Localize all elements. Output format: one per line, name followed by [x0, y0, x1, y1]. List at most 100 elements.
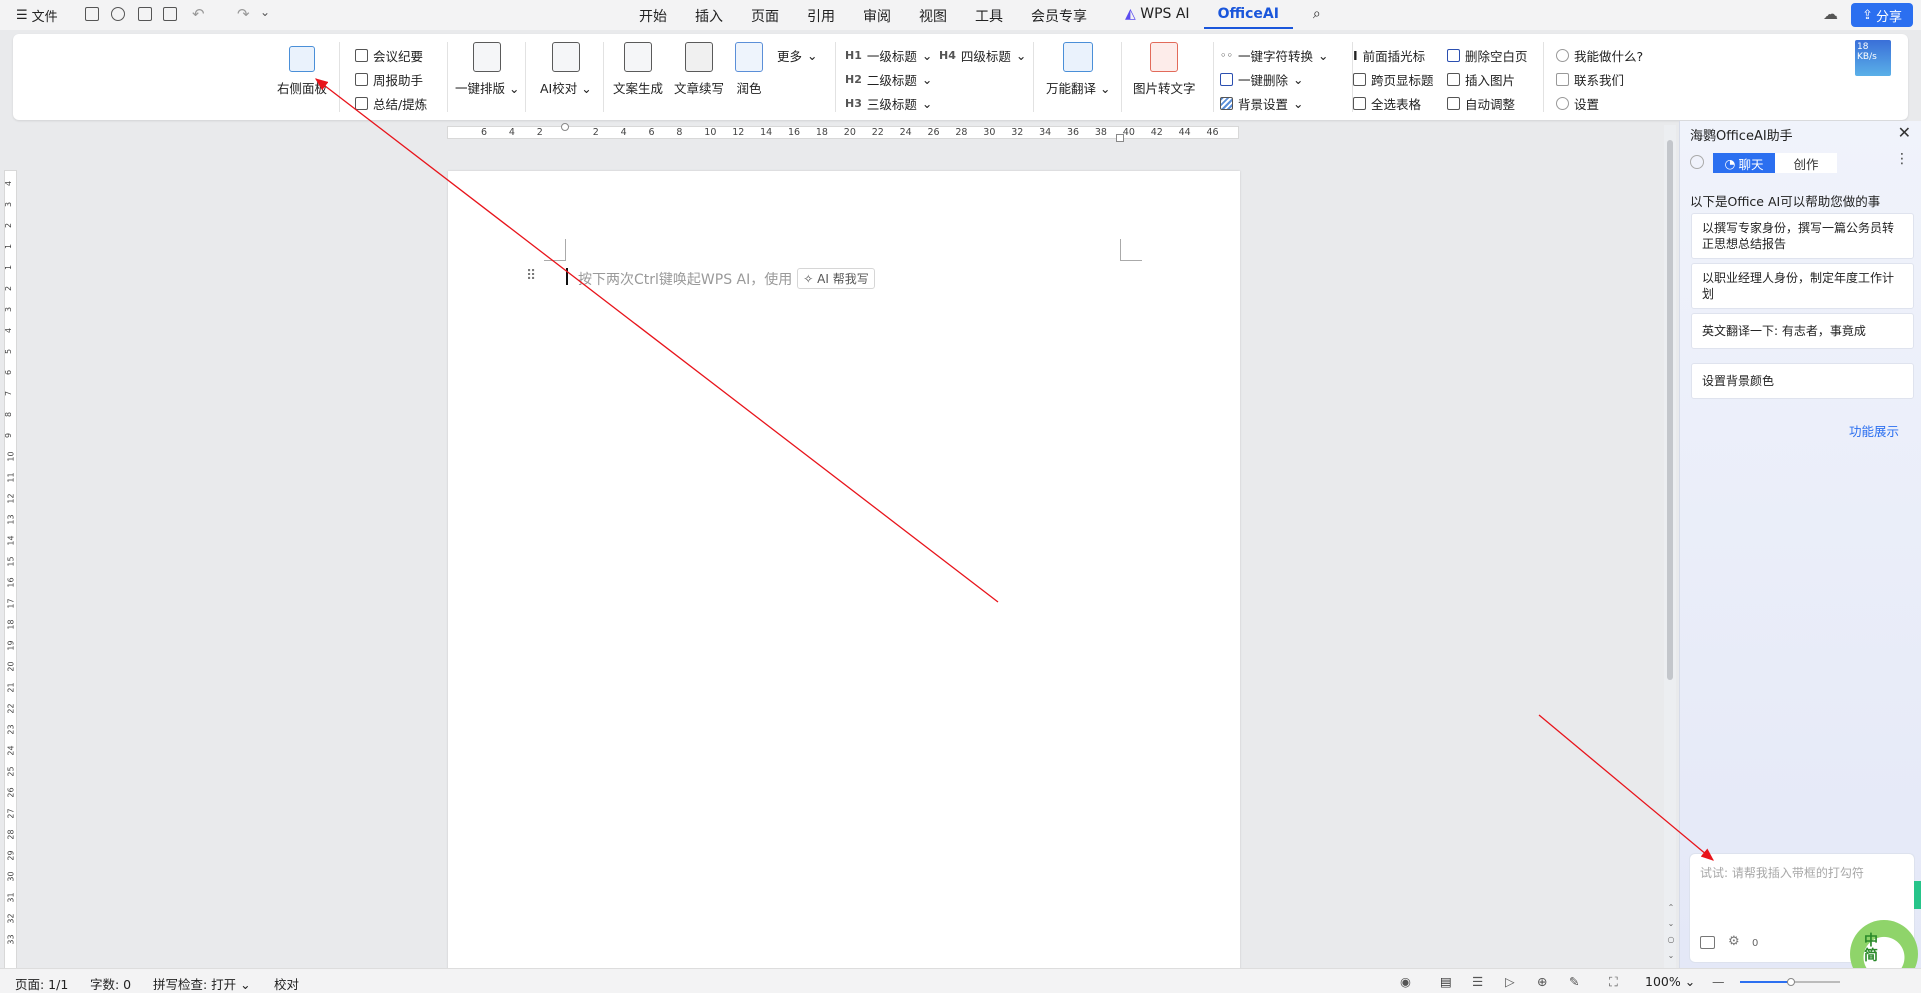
tab-create[interactable]: 创作 — [1775, 153, 1837, 173]
quick-access-dropdown-icon[interactable]: ⌄ — [260, 5, 270, 19]
document-page[interactable] — [448, 171, 1240, 993]
zoom-slider-thumb[interactable] — [1787, 978, 1795, 986]
history-icon[interactable] — [1690, 155, 1704, 169]
close-icon[interactable]: ✕ — [1898, 123, 1911, 142]
feature-demo-link[interactable]: 功能展示 — [1849, 421, 1899, 440]
vruler-tick-label: 3 — [4, 306, 14, 313]
notes-icon — [355, 49, 368, 62]
ai-write-chip[interactable]: ✧ AI 帮我写 — [797, 268, 875, 289]
weekly-report-button[interactable]: 周报助手 — [355, 70, 423, 89]
share-button[interactable]: ⇪ 分享 — [1851, 3, 1913, 27]
zoom-level[interactable]: 100% ⌄ — [1645, 974, 1695, 989]
tab-view[interactable]: 视图 — [905, 6, 961, 29]
background-settings-button[interactable]: 背景设置 ⌄ — [1220, 94, 1304, 113]
fit-page-icon[interactable]: ⛶ — [1609, 974, 1618, 990]
tab-insert[interactable]: 插入 — [681, 6, 737, 29]
right-panel-button[interactable]: 右侧面板 — [277, 46, 327, 97]
vruler-tick-label: 2 — [4, 222, 14, 229]
ai-proofread-button[interactable]: AI校对 ⌄ — [540, 42, 592, 97]
vruler-tick-label: 25 — [6, 766, 16, 777]
web-view-icon[interactable]: ⊕ — [1537, 974, 1547, 989]
redo-icon[interactable]: ↷ — [237, 5, 250, 23]
suggestion-item[interactable]: 以撰写专家身份，撰写一篇公务员转正思想总结报告 — [1691, 213, 1914, 259]
translate-button[interactable]: 万能翻译 ⌄ — [1046, 42, 1110, 97]
pen-icon[interactable]: ✎ — [1569, 974, 1579, 989]
gear-icon[interactable]: ⚙ — [1728, 934, 1740, 949]
print-icon[interactable] — [138, 7, 152, 21]
play-icon[interactable]: ▷ — [1505, 974, 1515, 989]
outline-view-icon[interactable]: ☰ — [1472, 974, 1483, 989]
vertical-ruler[interactable]: 4 3 2 1 1 2 3 4 5 6 7 8 9 10 11 12 13 14 15 16 17 18 19 20 21 22 2… — [4, 170, 17, 970]
one-click-layout-button[interactable]: 一键排版 ⌄ — [455, 42, 519, 97]
tab-review[interactable]: 审阅 — [849, 6, 905, 29]
delete-doc-icon — [1220, 73, 1233, 86]
screenshot-icon[interactable] — [1700, 936, 1715, 949]
continue-writing-button[interactable]: 文章续写 — [674, 42, 724, 97]
file-menu[interactable]: ☰ 文件 — [16, 6, 58, 25]
heading4-button[interactable]: H4 四级标题 ⌄ — [939, 46, 1026, 65]
heading2-button[interactable]: H2 二级标题 ⌄ — [845, 70, 932, 89]
one-click-delete-button[interactable]: 一键删除 ⌄ — [1220, 70, 1304, 89]
settings-button[interactable]: 设置 — [1556, 94, 1599, 113]
export-pdf-icon[interactable] — [111, 7, 125, 21]
zoom-out-icon[interactable]: — — [1712, 974, 1725, 989]
char-convert-button[interactable]: ◦◦ 一键字符转换 ⌄ — [1220, 46, 1328, 65]
image-to-text-button[interactable]: 图片转文字 — [1133, 42, 1196, 97]
tab-officeai[interactable]: OfficeAI — [1203, 6, 1293, 29]
print-preview-icon[interactable] — [163, 7, 177, 21]
auto-adjust-button[interactable]: 自动调整 — [1447, 94, 1515, 113]
ruler-tick-label: 26 — [927, 127, 940, 138]
spell-check-toggle[interactable]: 拼写检查: 打开 ⌄ — [153, 974, 251, 993]
tab-home[interactable]: 开始 — [625, 6, 681, 29]
tab-wps-ai[interactable]: ◭ WPS AI — [1111, 6, 1204, 29]
indent-marker[interactable] — [561, 123, 569, 131]
tab-chat[interactable]: ◔ 聊天 — [1713, 153, 1775, 173]
right-indent-marker[interactable] — [1116, 134, 1124, 142]
ruler-tick-label: 4 — [508, 127, 515, 138]
copy-generate-button[interactable]: 文案生成 — [613, 42, 663, 97]
page-view-icon[interactable]: ▤ — [1440, 974, 1452, 989]
chat-input[interactable]: 试试: 请帮我插入带框的打勾符 — [1700, 864, 1864, 881]
cloud-upload-icon[interactable]: ☁ — [1823, 5, 1838, 23]
meeting-minutes-button[interactable]: 会议纪要 — [355, 46, 423, 65]
insert-image-button[interactable]: 插入图片 — [1447, 70, 1515, 89]
tab-member[interactable]: 会员专享 — [1017, 6, 1101, 29]
search-icon[interactable]: ⌕ — [1299, 6, 1335, 29]
background-icon — [1220, 97, 1233, 110]
heading3-button[interactable]: H3 三级标题 ⌄ — [845, 94, 932, 113]
more-options-icon[interactable]: ⋮ — [1895, 151, 1909, 167]
tab-page[interactable]: 页面 — [737, 6, 793, 29]
vertical-scrollbar-thumb[interactable] — [1667, 140, 1673, 680]
heading1-button[interactable]: H1 一级标题 ⌄ — [845, 46, 932, 65]
cross-page-header-button[interactable]: 跨页显标题 — [1353, 70, 1434, 89]
delete-blank-pages-button[interactable]: 删除空白页 — [1447, 46, 1528, 65]
tab-references[interactable]: 引用 — [793, 6, 849, 29]
select-all-tables-button[interactable]: 全选表格 — [1353, 94, 1421, 113]
undo-icon[interactable]: ↶ — [192, 5, 205, 23]
summary-button[interactable]: 总结/提炼 — [355, 94, 427, 113]
layout-icon — [473, 42, 502, 72]
save-icon[interactable] — [85, 7, 99, 21]
drag-handle-icon[interactable]: ⠿ — [526, 268, 536, 284]
more-dropdown[interactable]: 更多 ⌄ — [777, 46, 818, 65]
word-count[interactable]: 字数: 0 — [90, 974, 131, 993]
insert-cursor-front-button[interactable]: I 前面插光标 — [1353, 46, 1425, 65]
translate-icon — [1063, 42, 1094, 72]
suggestion-item[interactable]: 英文翻译一下: 有志者，事竟成 — [1691, 313, 1914, 349]
polish-button[interactable]: 润色 — [735, 42, 763, 97]
proofread-status[interactable]: 校对 — [274, 974, 299, 993]
ruler-tick-label: 6 — [648, 127, 655, 138]
suggestion-item[interactable]: 设置背景颜色 — [1691, 363, 1914, 399]
tab-tools[interactable]: 工具 — [961, 6, 1017, 29]
vruler-tick-label: 4 — [4, 180, 14, 187]
suggestion-item[interactable]: 以职业经理人身份，制定年度工作计划 — [1691, 263, 1914, 309]
vruler-tick-label: 26 — [6, 787, 16, 798]
vruler-tick-label: 6 — [4, 369, 14, 376]
horizontal-ruler[interactable]: 6 4 2 2 4 6 8 10 12 14 16 18 20 22 24 26 28 30 32 34 36 38 40 4… — [447, 123, 1239, 142]
h3-icon: H3 — [845, 97, 862, 110]
contact-us-button[interactable]: 联系我们 — [1556, 70, 1624, 89]
page-count[interactable]: 页面: 1/1 — [15, 974, 68, 993]
what-can-i-do-button[interactable]: 我能做什么? — [1556, 46, 1643, 65]
eye-icon[interactable]: ◉ — [1400, 974, 1411, 989]
scroll-page-nav[interactable]: ⌃ ⌄ ○ ⌄ — [1666, 900, 1676, 964]
